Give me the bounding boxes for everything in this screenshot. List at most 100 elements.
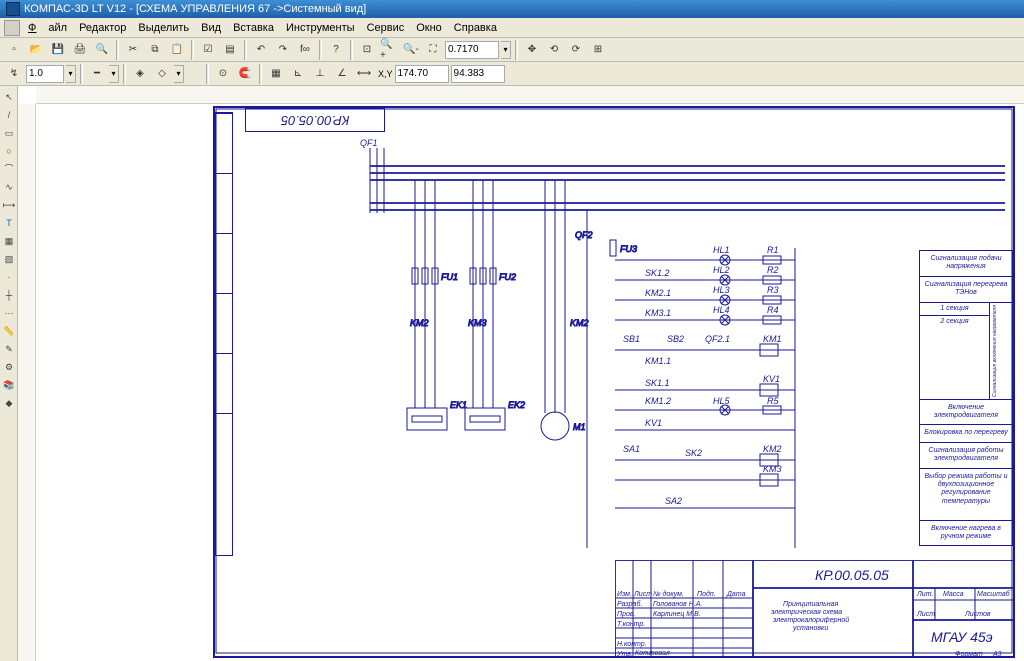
open-icon[interactable]: 📂 (26, 40, 46, 60)
titlebar: КОМПАС-3D LT V12 - [СХЕМА УПРАВЛЕНИЯ 67 … (0, 0, 1024, 18)
redraw-icon[interactable]: ⟳ (566, 40, 586, 60)
zoom-out-icon[interactable]: 🔍- (401, 40, 421, 60)
scale-input[interactable] (26, 65, 64, 83)
text-tool-icon[interactable]: T (1, 215, 17, 231)
zoom-window-icon[interactable]: ⊡ (357, 40, 377, 60)
fx-icon[interactable]: f∞ (295, 40, 315, 60)
svg-text:KM2.1: KM2.1 (645, 288, 671, 298)
preview-icon[interactable]: 🔍 (92, 40, 112, 60)
help-icon[interactable]: ? (326, 40, 346, 60)
svg-text:KM1.2: KM1.2 (645, 396, 671, 406)
svg-text:Карлинец М.В.: Карлинец М.В. (653, 611, 701, 618)
zoom-dropdown[interactable]: ▾ (501, 41, 511, 59)
orbit-icon[interactable]: ⟲ (544, 40, 564, 60)
svg-text:Лит.: Лит. (916, 591, 933, 598)
spline-tool-icon[interactable]: ∿ (1, 179, 17, 195)
menu-service[interactable]: Сервис (361, 20, 411, 36)
coord-y-input[interactable] (451, 65, 505, 83)
zoom-fit-icon[interactable]: ⛶ (423, 40, 443, 60)
menu-window[interactable]: Окно (410, 20, 448, 36)
menu-view[interactable]: Вид (195, 20, 227, 36)
svg-text:HL4: HL4 (713, 305, 730, 315)
zoom-in-icon[interactable]: 🔍+ (379, 40, 399, 60)
menu-select[interactable]: Выделить (132, 20, 195, 36)
menu-editor[interactable]: Редактор (73, 20, 132, 36)
arrow-icon[interactable]: ↯ (4, 64, 24, 84)
redo-icon[interactable]: ↷ (273, 40, 293, 60)
views-icon[interactable]: ⊞ (588, 40, 608, 60)
layer2-icon[interactable]: ◇ (152, 64, 172, 84)
misc-tool-icon[interactable]: ◆ (1, 395, 17, 411)
menu-tools[interactable]: Инструменты (280, 20, 361, 36)
aux-tool-icon[interactable]: ⋯ (1, 305, 17, 321)
svg-text:R2: R2 (767, 265, 779, 275)
ortho-icon[interactable]: ⊾ (288, 64, 308, 84)
layer-icon[interactable]: ◈ (130, 64, 150, 84)
note-7: Выбор режима работы и двухпозиционное ре… (920, 469, 1012, 521)
svg-text:R5: R5 (767, 396, 779, 406)
title-block: КР.00.05.05 Принципиальнаяэлектрическая … (615, 560, 1015, 658)
ruler-vertical (18, 104, 36, 661)
svg-text:№ докум.: № докум. (653, 590, 684, 598)
line-style-icon[interactable]: ━ (87, 64, 107, 84)
line-tool-icon[interactable]: / (1, 107, 17, 123)
zoom-input[interactable] (445, 41, 499, 59)
hatch-tool-icon[interactable]: ▨ (1, 251, 17, 267)
select-tool-icon[interactable]: ↖ (1, 89, 17, 105)
canvas[interactable]: КР.00.05.05 (18, 86, 1024, 661)
edit-tool-icon[interactable]: ✎ (1, 341, 17, 357)
pan-icon[interactable]: ✥ (522, 40, 542, 60)
svg-text:Н.контр.: Н.контр. (617, 641, 647, 648)
svg-text:Формат: Формат (955, 651, 983, 658)
layers-icon[interactable]: ▤ (220, 40, 240, 60)
svg-text:KM1.1: KM1.1 (645, 356, 671, 366)
table-tool-icon[interactable]: ▦ (1, 233, 17, 249)
svg-text:KV1: KV1 (645, 418, 662, 428)
angle-icon[interactable]: ∠ (332, 64, 352, 84)
snap-icon[interactable]: ⊙ (213, 64, 233, 84)
print-icon[interactable]: 🖨 (70, 40, 90, 60)
app-title: КОМПАС-3D LT V12 - [СХЕМА УПРАВЛЕНИЯ 67 … (24, 3, 366, 15)
save-icon[interactable]: 💾 (48, 40, 68, 60)
point-tool-icon[interactable]: · (1, 269, 17, 285)
svg-text:КР.00.05.05: КР.00.05.05 (815, 567, 889, 583)
coord-x-input[interactable] (395, 65, 449, 83)
svg-text:KM2: KM2 (410, 318, 429, 328)
menu-file[interactable]: Файл (22, 20, 73, 36)
scale-dropdown[interactable]: ▾ (66, 65, 76, 83)
props-icon[interactable]: ☑ (198, 40, 218, 60)
dim-tool-icon[interactable]: ⟼ (1, 197, 17, 213)
note-4: Включение электродвигателя (920, 400, 1012, 426)
doc-icon[interactable] (4, 20, 20, 36)
svg-text:Дата: Дата (726, 591, 746, 598)
svg-text:QF2.1: QF2.1 (705, 334, 730, 344)
svg-text:SK2: SK2 (685, 448, 702, 458)
rect-tool-icon[interactable]: ▭ (1, 125, 17, 141)
menu-help[interactable]: Справка (448, 20, 503, 36)
svg-text:Подп.: Подп. (697, 590, 716, 598)
dim-icon[interactable]: ⟷ (354, 64, 374, 84)
svg-text:FU1: FU1 (441, 272, 458, 282)
axis-tool-icon[interactable]: ┼ (1, 287, 17, 303)
circle-tool-icon[interactable]: ○ (1, 143, 17, 159)
xy-label: X,Y (378, 69, 393, 79)
svg-text:SB2: SB2 (667, 334, 684, 344)
note-3: 1 секция2 секция Сигнализация включения … (920, 303, 1012, 400)
cut-icon[interactable]: ✂ (123, 40, 143, 60)
svg-text:HL1: HL1 (713, 245, 730, 255)
paste-icon[interactable]: 📋 (167, 40, 187, 60)
new-icon[interactable]: ▫ (4, 40, 24, 60)
measure-tool-icon[interactable]: 📏 (1, 323, 17, 339)
magnet-icon[interactable]: 🧲 (235, 64, 255, 84)
svg-text:Разраб.: Разраб. (617, 600, 642, 608)
grid-icon[interactable]: ▦ (266, 64, 286, 84)
perp-icon[interactable]: ⊥ (310, 64, 330, 84)
undo-icon[interactable]: ↶ (251, 40, 271, 60)
arc-tool-icon[interactable]: ⌒ (1, 161, 17, 177)
menu-insert[interactable]: Вставка (227, 20, 280, 36)
lib-tool-icon[interactable]: 📚 (1, 377, 17, 393)
copy-icon[interactable]: ⧉ (145, 40, 165, 60)
param-tool-icon[interactable]: ⚙ (1, 359, 17, 375)
svg-text:Пров.: Пров. (617, 611, 636, 618)
svg-text:HL2: HL2 (713, 265, 730, 275)
